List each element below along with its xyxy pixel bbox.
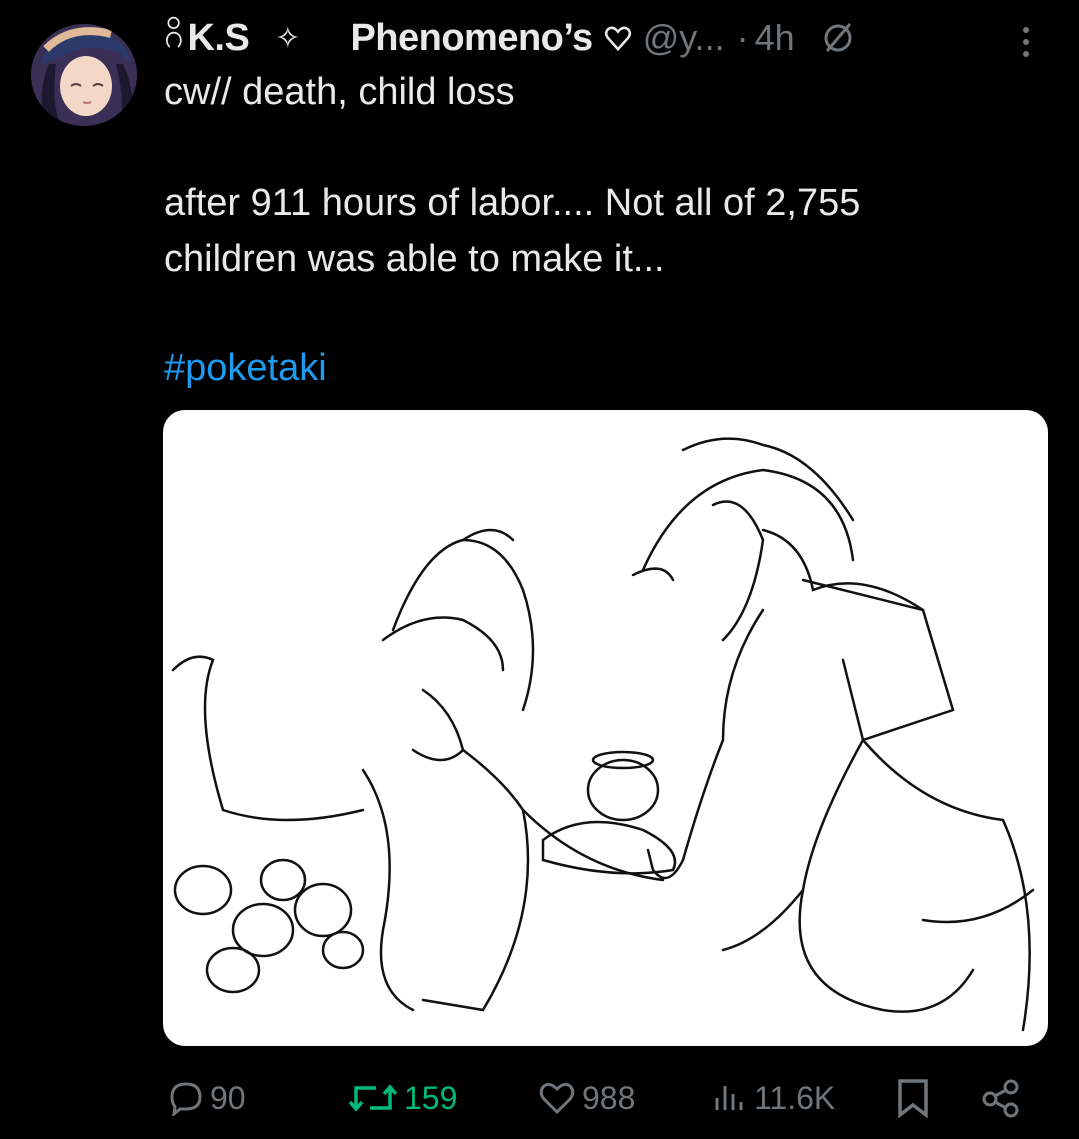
empty-set-icon <box>824 23 852 52</box>
views-chart-icon <box>715 1086 743 1110</box>
author-name[interactable]: K.S <box>187 17 249 60</box>
share-icon <box>982 1079 1019 1118</box>
heart-icon <box>539 1082 575 1115</box>
tweet-text-line: after 911 hours of labor.... Not all of … <box>164 182 861 224</box>
more-options-icon[interactable] <box>1014 22 1038 62</box>
like-button[interactable]: 988 <box>538 1068 635 1128</box>
author-handle[interactable]: @y... <box>643 17 725 59</box>
reply-count: 90 <box>210 1079 246 1116</box>
bookmark-button[interactable] <box>896 1068 936 1128</box>
reply-icon <box>170 1082 202 1116</box>
bookmark-icon <box>898 1079 928 1118</box>
avatar[interactable] <box>31 24 137 126</box>
separator-dot: · <box>736 17 749 58</box>
reply-button[interactable]: 90 <box>168 1068 246 1128</box>
retweet-button[interactable]: 159 <box>348 1068 457 1128</box>
share-button[interactable] <box>980 1068 1028 1128</box>
tweet-media-image[interactable] <box>163 410 1048 1046</box>
retweet-icon <box>348 1084 398 1112</box>
tweet-header: ဂိ K.S ✧ Phenomeno’s @y... · 4h <box>164 14 1064 62</box>
author-diamond: ✧ <box>275 21 301 55</box>
community-name[interactable]: Phenomeno’s <box>350 17 593 60</box>
tweet-time[interactable]: 4h <box>755 17 795 59</box>
heart-outline-icon <box>604 26 631 52</box>
views-button[interactable]: 11.6K <box>712 1068 835 1128</box>
retweet-count: 159 <box>404 1079 458 1116</box>
tweet-text-line: children was able to make it... <box>164 238 665 280</box>
tweet-text-line: cw// death, child loss <box>164 71 515 113</box>
views-count: 11.6K <box>754 1079 836 1116</box>
like-count: 988 <box>582 1079 636 1116</box>
author-glyph: ဂိ <box>164 16 184 55</box>
action-bar: 90 159 988 11.6K <box>0 1068 1079 1128</box>
hashtag-link[interactable]: #poketaki <box>164 340 327 396</box>
